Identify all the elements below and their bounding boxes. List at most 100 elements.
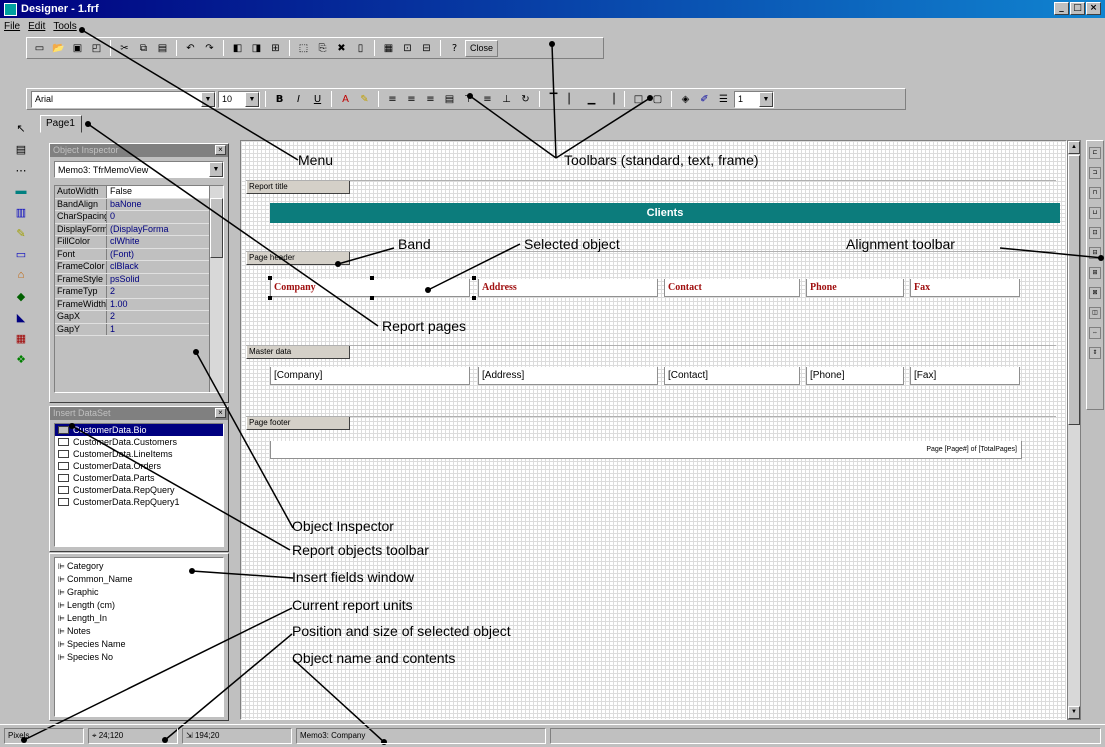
data-cell-phone[interactable]: [Phone]	[806, 367, 904, 385]
bold-icon[interactable]: B	[271, 91, 288, 108]
canvas-scrollbar[interactable]: ▲ ▼	[1067, 140, 1081, 720]
field-item[interactable]: ⊫ Length (cm)	[55, 600, 223, 613]
menu-file[interactable]: File	[4, 21, 20, 32]
field-item[interactable]: ⊫ Common_Name	[55, 574, 223, 587]
field-item[interactable]: ⊫ Graphic	[55, 587, 223, 600]
field-list[interactable]: ⊫ Category ⊫ Common_Name ⊫ Graphic ⊫ Length (cm…	[54, 557, 224, 717]
save-icon[interactable]: ▣	[69, 40, 86, 57]
rectangle-tool-icon[interactable]: ▬	[12, 183, 30, 199]
frame-top-icon[interactable]: ▔	[545, 91, 562, 108]
preview-icon[interactable]: ◰	[88, 40, 105, 57]
property-row[interactable]: Font (Font)	[55, 248, 223, 261]
selection-handle[interactable]	[472, 276, 476, 280]
rotate-icon[interactable]: ↻	[517, 91, 534, 108]
frame-color-icon[interactable]: ✐	[696, 91, 713, 108]
new-icon[interactable]: ▭	[31, 40, 48, 57]
menu-edit[interactable]: Edit	[28, 21, 45, 32]
bring-front-icon[interactable]: ◧	[229, 40, 246, 57]
justify-icon[interactable]: ▤	[441, 91, 458, 108]
property-row[interactable]: FrameColor clBlack	[55, 261, 223, 274]
property-value[interactable]: clWhite	[107, 236, 223, 248]
property-row[interactable]: DisplayFormat(DisplayForma	[55, 223, 223, 236]
tab-page1[interactable]: Page1	[40, 115, 82, 133]
ole-tool-icon[interactable]: ❖	[12, 351, 30, 367]
line-style-icon[interactable]: ☰	[715, 91, 732, 108]
dataset-item[interactable]: CustomerData.RepQuery1	[55, 496, 223, 508]
footer-page-number[interactable]: Page [Page#] of [TotalPages]	[270, 441, 1022, 459]
frame-left-icon[interactable]: ▏	[564, 91, 581, 108]
line-tool-icon[interactable]: ⌂	[12, 267, 30, 283]
chart-tool-icon[interactable]: ◣	[12, 309, 30, 325]
header-cell-contact[interactable]: Contact	[664, 279, 800, 297]
frame-all-icon[interactable]: □	[630, 91, 647, 108]
property-row[interactable]: FillColor clWhite	[55, 236, 223, 249]
property-value[interactable]: 2	[107, 311, 223, 323]
dataset-item[interactable]: CustomerData.Parts	[55, 472, 223, 484]
highlight-icon[interactable]: ✎	[356, 91, 373, 108]
grid-icon[interactable]: ▦	[380, 40, 397, 57]
minimize-button[interactable]: _	[1054, 2, 1069, 15]
align-center-icon[interactable]: ≡	[403, 91, 420, 108]
align-right-edges-icon[interactable]: ⊓	[1089, 187, 1101, 199]
close-button[interactable]: Close	[465, 39, 499, 57]
selection-handle[interactable]	[268, 276, 272, 280]
dataset-item[interactable]: CustomerData.Bio	[55, 424, 223, 436]
close-window-button[interactable]: ×	[1086, 2, 1101, 15]
field-item[interactable]: ⊫ Notes	[55, 626, 223, 639]
report-title-text[interactable]: Clients	[270, 203, 1060, 223]
data-cell-contact[interactable]: [Contact]	[664, 367, 800, 385]
property-value[interactable]: 1.00	[107, 299, 223, 311]
dataset-item[interactable]: CustomerData.Orders	[55, 460, 223, 472]
align-left-edges-icon[interactable]: ⊏	[1089, 147, 1101, 159]
scroll-thumb[interactable]	[1068, 155, 1080, 425]
space-horz-icon[interactable]: ⊞	[1089, 267, 1101, 279]
font-color-icon[interactable]: A	[337, 91, 354, 108]
frame-right-icon[interactable]: ▕	[602, 91, 619, 108]
property-value[interactable]: clBlack	[107, 261, 223, 273]
align-middles-icon[interactable]: ⊡	[1089, 227, 1101, 239]
field-item[interactable]: ⊫ Species Name	[55, 639, 223, 652]
data-cell-company[interactable]: [Company]	[270, 367, 470, 385]
fill-color-icon[interactable]: ◈	[677, 91, 694, 108]
shape-tool-icon[interactable]: ◆	[12, 288, 30, 304]
property-scrollbar[interactable]	[209, 186, 223, 392]
band-report-title[interactable]: Report title	[246, 180, 350, 194]
property-value[interactable]: 1	[107, 324, 223, 336]
align-middle-icon[interactable]: ≡	[479, 91, 496, 108]
fit-grid-icon[interactable]: ⊟	[418, 40, 435, 57]
header-cell-address[interactable]: Address	[478, 279, 658, 297]
selection-handle[interactable]	[370, 296, 374, 300]
menu-tools[interactable]: Tools	[53, 21, 76, 32]
align-right-icon[interactable]: ≡	[422, 91, 439, 108]
maximize-button[interactable]: □	[1070, 2, 1085, 15]
font-name-select[interactable]: Arial ▼	[31, 90, 216, 108]
delete-page-icon[interactable]: ✖	[333, 40, 350, 57]
align-centers-icon[interactable]: ⊐	[1089, 167, 1101, 179]
property-value[interactable]: False	[107, 186, 223, 198]
field-item[interactable]: ⊫ Species No	[55, 652, 223, 665]
band-page-footer[interactable]: Page footer	[246, 416, 350, 430]
add-page-icon[interactable]: ⎘	[314, 40, 331, 57]
align-left-icon[interactable]: ≡	[384, 91, 401, 108]
align-tops-icon[interactable]: ⊔	[1089, 207, 1101, 219]
dataset-item[interactable]: CustomerData.Customers	[55, 436, 223, 448]
barcode-tool-icon[interactable]: ▦	[12, 330, 30, 346]
field-item[interactable]: ⊫ Length_In	[55, 613, 223, 626]
property-row[interactable]: GapY 1	[55, 323, 223, 336]
property-row[interactable]: CharSpacing 0	[55, 211, 223, 224]
align-bottom-icon[interactable]: ⊥	[498, 91, 515, 108]
property-row[interactable]: BandAlign baNone	[55, 198, 223, 211]
align-bottoms-icon[interactable]: ⊟	[1089, 247, 1101, 259]
dataset-list[interactable]: CustomerData.Bio CustomerData.Customers Cu…	[54, 423, 224, 547]
picture-tool-icon[interactable]: ✎	[12, 225, 30, 241]
header-cell-fax[interactable]: Fax	[910, 279, 1020, 297]
property-row[interactable]: FrameStyle psSolid	[55, 273, 223, 286]
property-value[interactable]: baNone	[107, 199, 223, 211]
field-item[interactable]: ⊫ Category	[55, 561, 223, 574]
header-cell-phone[interactable]: Phone	[806, 279, 904, 297]
cut-icon[interactable]: ✂	[116, 40, 133, 57]
underline-icon[interactable]: U	[309, 91, 326, 108]
selection-handle[interactable]	[472, 296, 476, 300]
align-top-icon[interactable]: ⊤	[460, 91, 477, 108]
scroll-up-icon[interactable]: ▲	[1068, 141, 1080, 154]
